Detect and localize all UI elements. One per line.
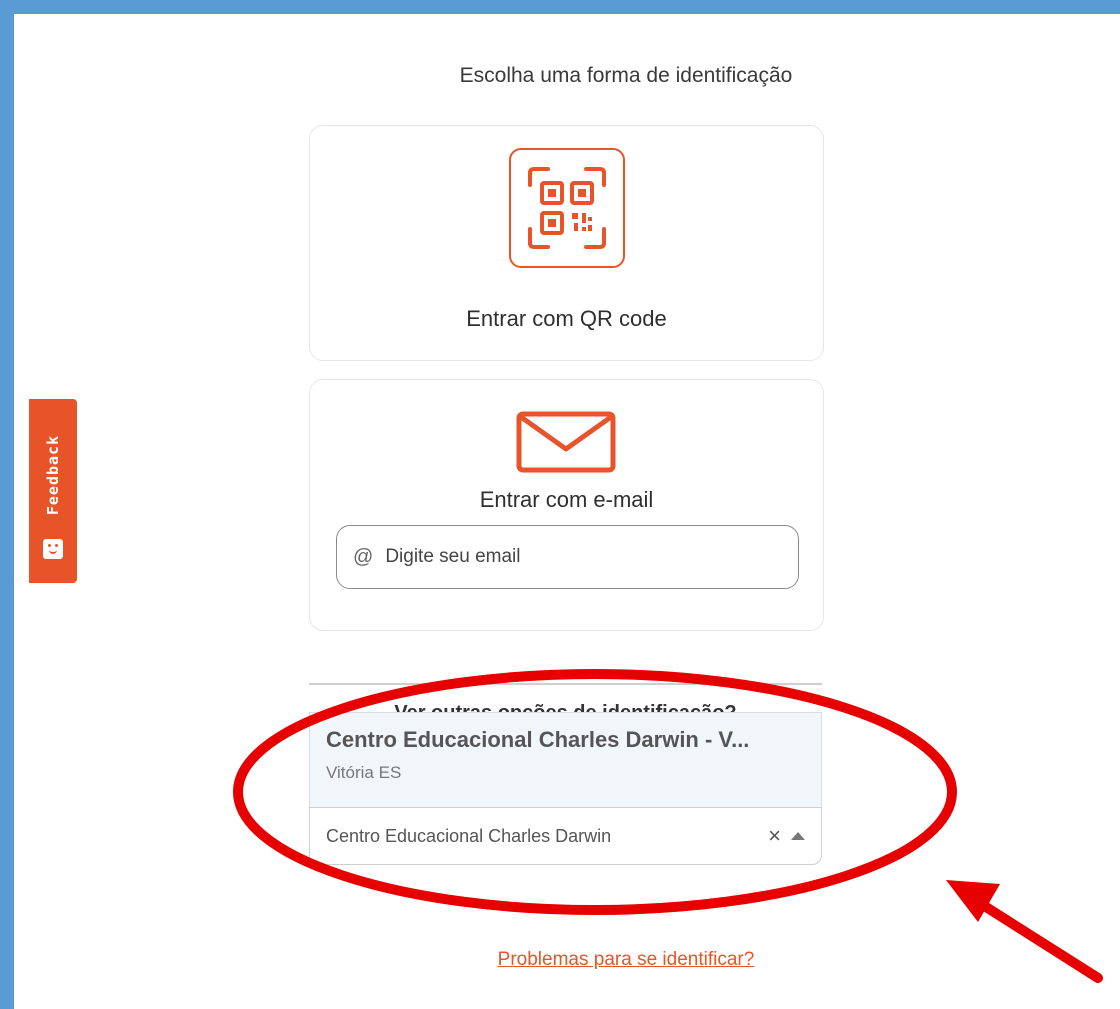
qr-code-icon [509,148,625,268]
mail-icon [516,411,616,478]
school-select-value: Centro Educacional Charles Darwin [326,825,612,846]
qr-login-card[interactable]: Entrar com QR code [309,125,824,361]
school-option[interactable]: Centro Educacional Charles Darwin - V...… [309,712,822,808]
school-option-title: Centro Educacional Charles Darwin - V... [326,727,750,752]
page-title: Escolha uma forma de identificação [459,64,793,87]
email-login-card: Entrar com e-mail @ [309,379,824,631]
email-login-label: Entrar com e-mail [479,487,654,512]
options-divider [309,683,822,685]
email-field[interactable]: @ [336,525,799,589]
other-options-link[interactable]: Ver outras opções de identificação? [309,698,822,712]
school-select[interactable]: Centro Educacional Charles Darwin × [309,807,822,865]
chevron-up-icon[interactable] [791,832,805,840]
feedback-label: Feedback [44,434,62,516]
feedback-button[interactable]: Feedback [29,399,77,583]
school-option-location: Vitória ES [326,763,402,782]
clear-icon[interactable]: × [768,823,781,849]
at-sign-icon: @ [353,545,374,568]
email-input[interactable] [385,546,766,568]
help-link[interactable]: Problemas para se identificar? [0,949,1120,971]
qr-login-label: Entrar com QR code [466,306,667,331]
smiley-icon [43,539,63,559]
